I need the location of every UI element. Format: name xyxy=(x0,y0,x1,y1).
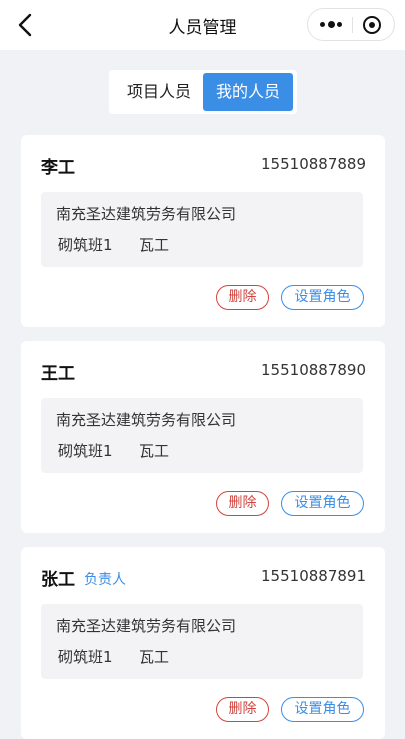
person-phone: 15510887890 xyxy=(261,361,366,379)
company-name: 南充圣达建筑劳务有限公司 xyxy=(56,411,237,429)
navigation-bar: 人员管理 xyxy=(0,0,405,50)
segment-tabs: 项目人员 我的人员 xyxy=(109,70,297,114)
team-name: 砌筑班1 xyxy=(58,236,113,254)
team-name: 砌筑班1 xyxy=(58,648,113,666)
person-card: 张工 负责人 15510887891 南充圣达建筑劳务有限公司 砌筑班1 瓦工 … xyxy=(21,547,385,739)
person-info-box: 南充圣达建筑劳务有限公司 砌筑班1 瓦工 xyxy=(41,192,363,267)
target-circle-icon xyxy=(363,16,381,34)
team-name: 砌筑班1 xyxy=(58,442,113,460)
person-info-box: 南充圣达建筑劳务有限公司 砌筑班1 瓦工 xyxy=(41,398,363,473)
person-name: 李工 xyxy=(41,158,75,178)
delete-button[interactable]: 删除 xyxy=(216,491,269,516)
role-tag: 负责人 xyxy=(84,572,126,588)
person-phone: 15510887891 xyxy=(261,567,366,585)
person-name: 张工 xyxy=(41,570,75,590)
close-button[interactable] xyxy=(353,9,395,40)
more-button[interactable] xyxy=(308,9,352,40)
trade-name: 瓦工 xyxy=(139,236,170,254)
capsule-menu xyxy=(307,8,395,41)
tab-my-staff[interactable]: 我的人员 xyxy=(203,73,293,111)
person-card: 李工 15510887889 南充圣达建筑劳务有限公司 砌筑班1 瓦工 删除 设… xyxy=(21,135,385,327)
delete-button[interactable]: 删除 xyxy=(216,697,269,722)
set-role-button[interactable]: 设置角色 xyxy=(281,697,364,722)
trade-name: 瓦工 xyxy=(139,442,170,460)
person-name: 王工 xyxy=(41,364,75,384)
tab-project-staff[interactable]: 项目人员 xyxy=(115,73,203,111)
company-name: 南充圣达建筑劳务有限公司 xyxy=(56,205,237,223)
set-role-button[interactable]: 设置角色 xyxy=(281,491,364,516)
set-role-button[interactable]: 设置角色 xyxy=(281,285,364,310)
person-card: 王工 15510887890 南充圣达建筑劳务有限公司 砌筑班1 瓦工 删除 设… xyxy=(21,341,385,533)
company-name: 南充圣达建筑劳务有限公司 xyxy=(56,617,237,635)
delete-button[interactable]: 删除 xyxy=(216,285,269,310)
person-info-box: 南充圣达建筑劳务有限公司 砌筑班1 瓦工 xyxy=(41,604,363,679)
trade-name: 瓦工 xyxy=(139,648,170,666)
person-phone: 15510887889 xyxy=(261,155,366,173)
